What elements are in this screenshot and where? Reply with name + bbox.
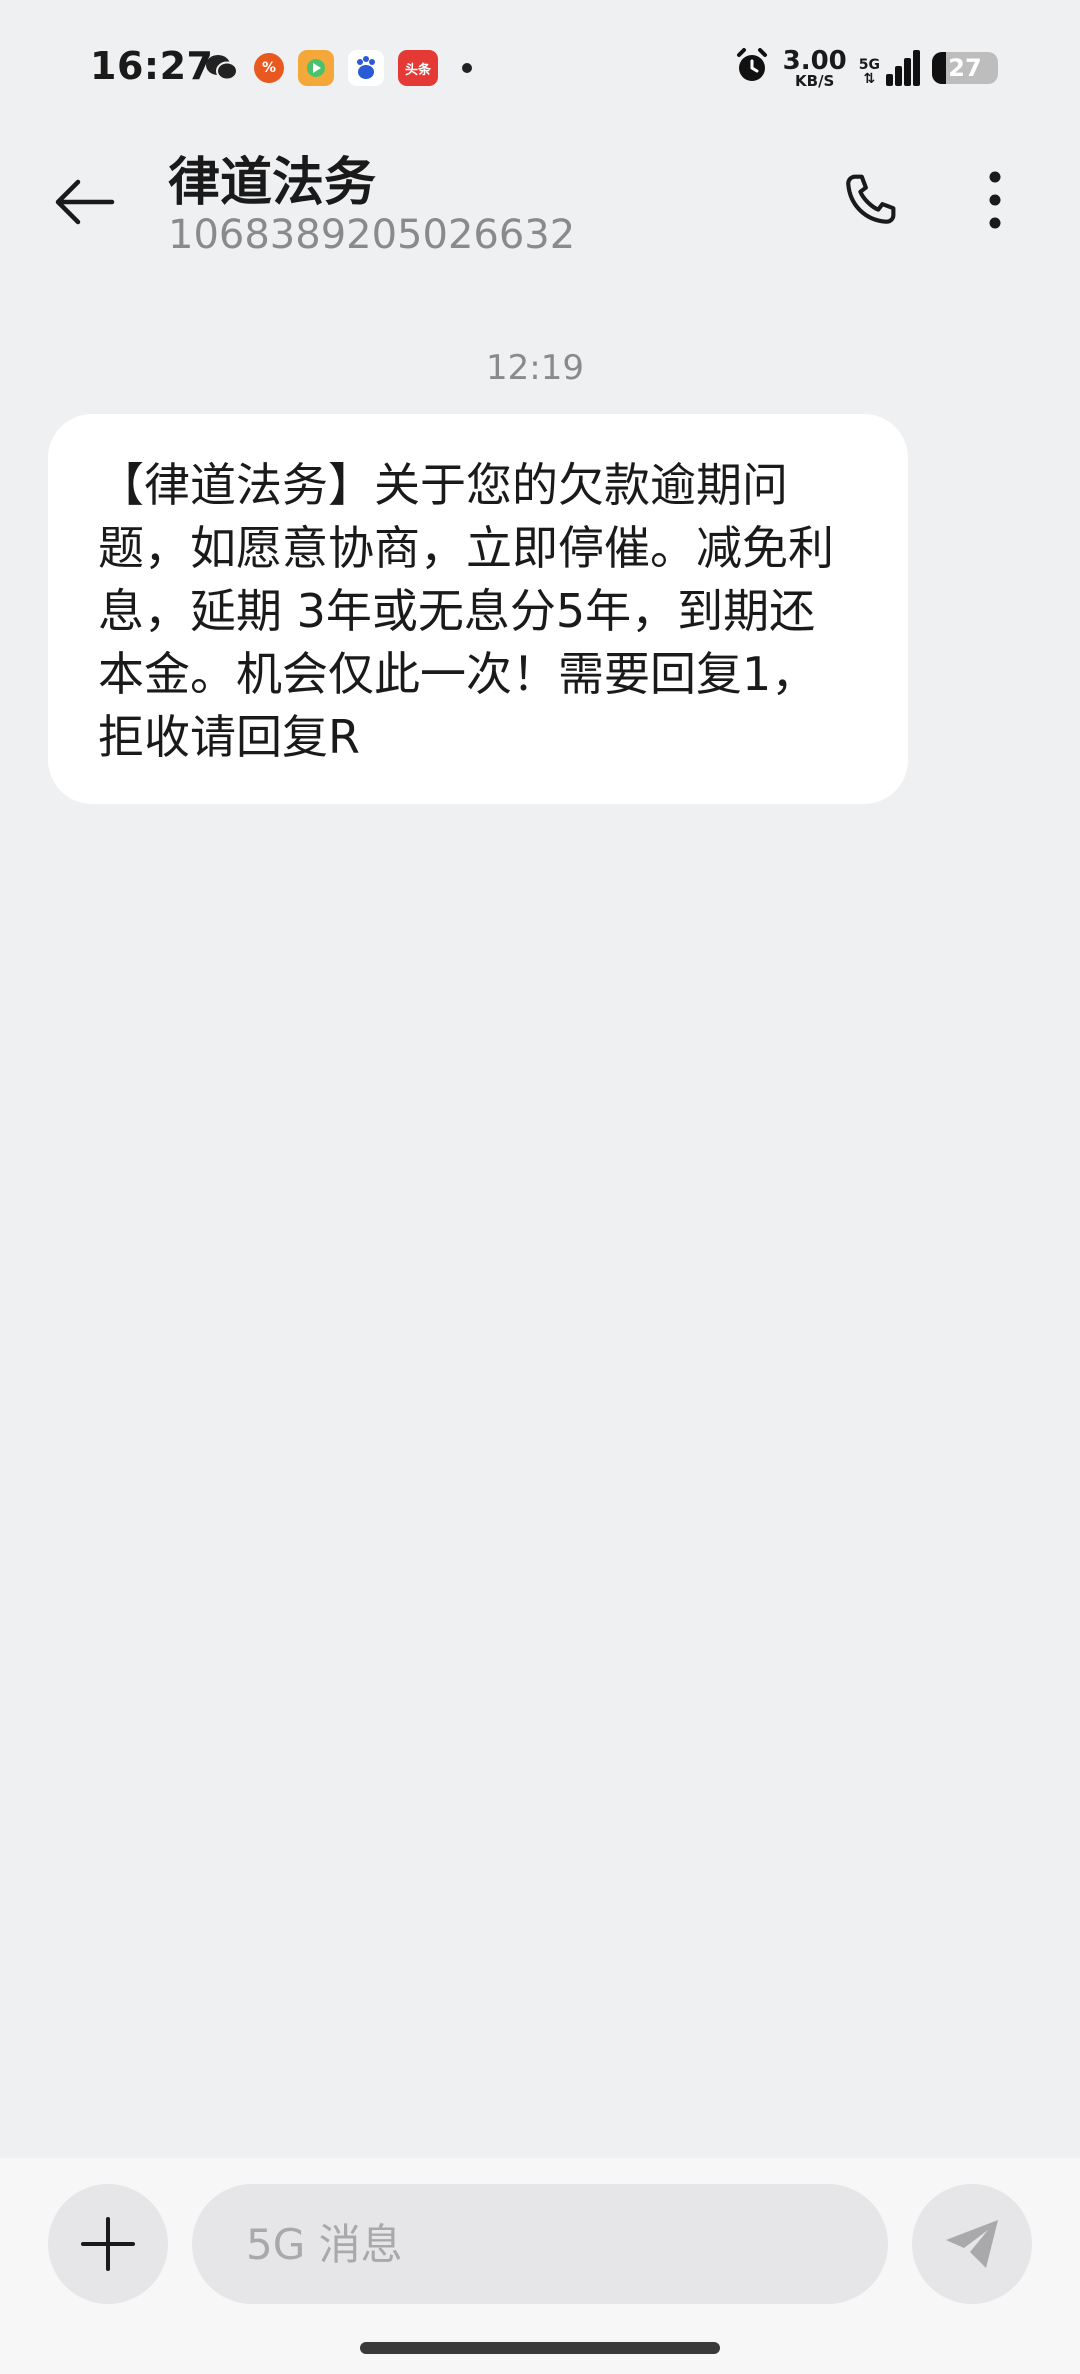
arrow-left-icon [55, 179, 115, 225]
contact-number: 1068389205026632 [168, 212, 576, 258]
status-time: 16:27 [90, 44, 214, 88]
message-input[interactable] [192, 2184, 888, 2304]
message-timestamp: 12:19 [486, 348, 584, 388]
more-notifications-dot [462, 63, 472, 73]
video-app-icon [298, 50, 334, 86]
more-options-button[interactable] [960, 160, 1030, 240]
data-arrows-icon: ⇅ [863, 71, 876, 87]
status-bar: 16:27 % 头条 3.00 KB/S 5G ⇅ 27 [0, 0, 1080, 140]
home-indicator[interactable] [360, 2342, 720, 2354]
more-vertical-icon [989, 171, 1001, 229]
system-status: 3.00 KB/S 5G ⇅ 27 [733, 44, 998, 92]
battery-icon: 27 [932, 52, 998, 84]
app-orange-icon: % [254, 53, 284, 83]
phone-icon [846, 174, 896, 224]
contact-name: 律道法务 [168, 153, 377, 213]
back-button[interactable] [48, 166, 120, 238]
cellular-signal-icon: 5G ⇅ [859, 50, 920, 86]
send-button[interactable] [912, 2184, 1032, 2304]
message-text: 【律道法务】关于您的欠款逾期问题，如愿意协商，立即停催。减免利息，延期 3年或无… [98, 458, 834, 764]
send-icon [946, 2220, 998, 2268]
network-speed: 3.00 KB/S [783, 48, 847, 89]
add-attachment-button[interactable] [48, 2184, 168, 2304]
toutiao-icon: 头条 [398, 50, 438, 86]
call-button[interactable] [830, 160, 910, 240]
notification-icons: % 头条 [204, 48, 472, 88]
message-bubble[interactable]: 【律道法务】关于您的欠款逾期问题，如愿意协商，立即停催。减免利息，延期 3年或无… [48, 414, 908, 804]
alarm-icon [733, 47, 771, 89]
plus-icon [81, 2217, 135, 2271]
wechat-icon [204, 50, 240, 86]
network-speed-unit: KB/S [795, 71, 835, 90]
signal-label: 5G [858, 57, 880, 73]
baidu-icon [348, 50, 384, 86]
conversation-header: 律道法务 1068389205026632 [0, 140, 1080, 290]
battery-level: 27 [948, 54, 982, 82]
network-speed-value: 3.00 [782, 45, 847, 76]
